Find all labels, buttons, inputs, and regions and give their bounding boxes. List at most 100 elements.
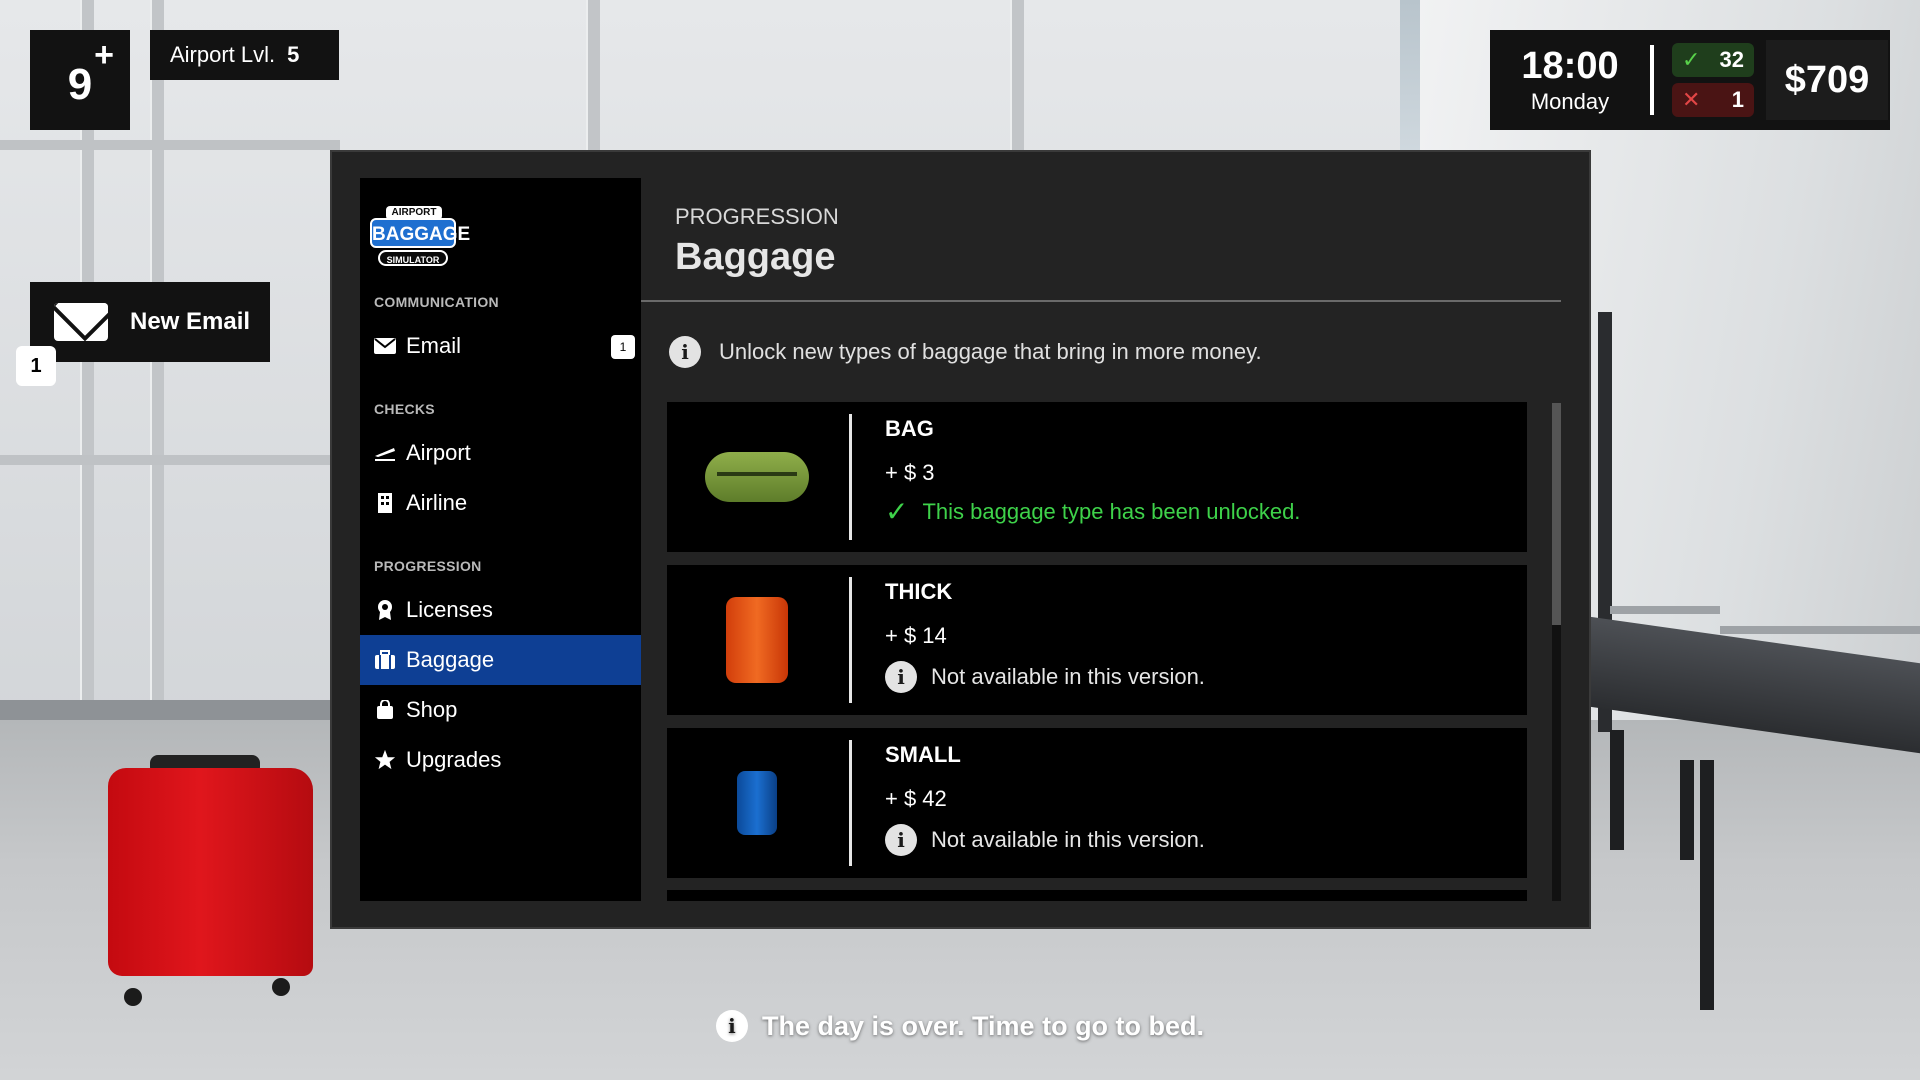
bag-thumbnail <box>667 728 847 878</box>
red-suitcase <box>108 768 313 976</box>
luggage-icon <box>374 649 396 671</box>
bag-thumbnail <box>667 565 847 715</box>
money-balance: $709 <box>1766 40 1888 120</box>
page-section: PROGRESSION <box>675 204 839 229</box>
baggage-status: ✓ This baggage type has been unlocked. <box>885 498 1300 526</box>
info-icon: i <box>885 661 917 693</box>
card-divider <box>849 577 852 703</box>
sidebar-item-email[interactable]: Email 1 <box>360 321 641 371</box>
orange-suitcase-image <box>726 597 788 683</box>
building-icon <box>374 492 396 514</box>
baggage-status-text: This baggage type has been unlocked. <box>922 499 1301 524</box>
sidebar-item-label: Baggage <box>406 647 495 672</box>
check-stats: ✓ 32 ✕ 1 <box>1654 43 1766 117</box>
player-level-badge: 9 + <box>30 30 130 130</box>
info-icon: i <box>885 824 917 856</box>
baggage-card-small: SMALL + $ 42 i Not available in this ver… <box>667 728 1527 878</box>
info-icon: i <box>669 336 701 368</box>
check-icon: ✓ <box>1682 47 1701 72</box>
star-icon <box>374 749 396 771</box>
new-email-count-badge: 1 <box>16 346 56 386</box>
section-label-communication: COMMUNICATION <box>374 294 499 310</box>
info-message: i Unlock new types of baggage that bring… <box>669 336 1262 368</box>
baggage-reward: + $ 3 <box>885 460 935 485</box>
page-title: Baggage <box>675 236 836 278</box>
clock-day: Monday <box>1530 89 1610 114</box>
plane-icon <box>374 442 396 464</box>
baggage-status-text: Not available in this version. <box>931 827 1205 852</box>
baggage-status: i Not available in this version. <box>885 824 1205 856</box>
sidebar-item-label: Email <box>406 333 462 358</box>
game-logo: AIRPORT BAGGAGE SIMULATOR <box>370 206 470 268</box>
sidebar-item-shop[interactable]: Shop <box>360 685 641 735</box>
sidebar: AIRPORT BAGGAGE SIMULATOR COMMUNICATION … <box>360 178 641 901</box>
baggage-status-text: Not available in this version. <box>931 664 1205 689</box>
conveyor-leg <box>1610 730 1624 850</box>
correct-checks-counter: ✓ 32 <box>1672 43 1754 77</box>
baggage-name: THICK <box>885 579 953 604</box>
failed-checks-counter: ✕ 1 <box>1672 83 1754 117</box>
section-label-checks: CHECKS <box>374 401 435 417</box>
envelope-icon <box>374 335 396 357</box>
info-icon: i <box>715 1010 748 1042</box>
wall-rail <box>0 140 340 150</box>
sidebar-item-upgrades[interactable]: Upgrades <box>360 735 641 785</box>
player-level: 9 <box>67 60 93 109</box>
shopping-bag-icon <box>374 699 396 721</box>
correct-checks-value: 32 <box>1719 47 1744 72</box>
envelope-icon <box>54 303 108 341</box>
day-over-text: The day is over. Time to go to bed. <box>761 1010 1205 1041</box>
sidebar-item-label: Licenses <box>406 597 493 622</box>
card-divider <box>849 414 852 540</box>
scrollbar-thumb[interactable] <box>1552 403 1561 625</box>
sidebar-item-airline[interactable]: Airline <box>360 478 641 528</box>
duffel-bag-image <box>705 452 809 502</box>
game-clock: 18:00 Monday <box>1490 45 1650 115</box>
conveyor-leg <box>1700 760 1714 1010</box>
baggage-card-bag: BAG + $ 3 ✓ This baggage type has been u… <box>667 402 1527 552</box>
sidebar-item-airport[interactable]: Airport <box>360 428 641 478</box>
failed-checks-value: 1 <box>1731 87 1744 112</box>
sidebar-item-label: Airline <box>406 490 468 515</box>
conveyor-rail <box>1610 606 1720 614</box>
cross-icon: ✕ <box>1682 87 1701 112</box>
card-divider <box>849 740 852 866</box>
sidebar-item-label: Upgrades <box>406 747 502 772</box>
new-email-notification[interactable]: New Email <box>30 282 270 362</box>
airport-level-value: 5 <box>287 42 300 67</box>
new-email-label: New Email <box>130 308 251 335</box>
baggage-page: PROGRESSION Baggage i Unlock new types o… <box>641 178 1561 901</box>
sidebar-item-label: Airport <box>406 440 471 465</box>
list-scrollbar[interactable] <box>1552 403 1561 901</box>
blue-suitcase-image <box>737 771 777 835</box>
bag-thumbnail <box>667 402 847 552</box>
email-unread-badge: 1 <box>611 335 635 359</box>
award-icon <box>374 599 396 621</box>
baggage-reward: + $ 14 <box>885 623 947 648</box>
status-hud: 18:00 Monday ✓ 32 ✕ 1 $709 <box>1490 30 1890 130</box>
sidebar-item-baggage[interactable]: Baggage <box>360 635 641 685</box>
next-card-peek <box>667 890 1527 901</box>
conveyor-leg <box>1680 760 1694 860</box>
baggage-card-thick: THICK + $ 14 i Not available in this ver… <box>667 565 1527 715</box>
section-label-progression: PROGRESSION <box>374 558 482 574</box>
logo-bottom-text: SIMULATOR <box>378 250 448 266</box>
header-divider <box>641 300 1561 302</box>
conveyor-rail <box>1720 626 1920 634</box>
logo-main-text: BAGGAGE <box>370 218 470 248</box>
info-text: Unlock new types of baggage that bring i… <box>719 339 1262 364</box>
suitcase-wheel <box>124 988 142 1006</box>
baggage-status: i Not available in this version. <box>885 661 1205 693</box>
sidebar-item-label: Shop <box>406 697 458 722</box>
wall-rail <box>0 455 340 465</box>
baggage-reward: + $ 42 <box>885 786 947 811</box>
sidebar-item-licenses[interactable]: Licenses <box>360 585 641 635</box>
airport-level-label: Airport Lvl. <box>170 42 276 67</box>
airport-level-badge: Airport Lvl. 5 <box>150 30 339 80</box>
suitcase-wheel <box>272 978 290 996</box>
baggage-name: BAG <box>885 416 934 441</box>
clock-time: 18:00 <box>1521 45 1619 87</box>
day-over-message: i The day is over. Time to go to bed. <box>0 1010 1920 1042</box>
level-up-plus-icon: + <box>94 36 114 74</box>
baggage-name: SMALL <box>885 742 961 767</box>
